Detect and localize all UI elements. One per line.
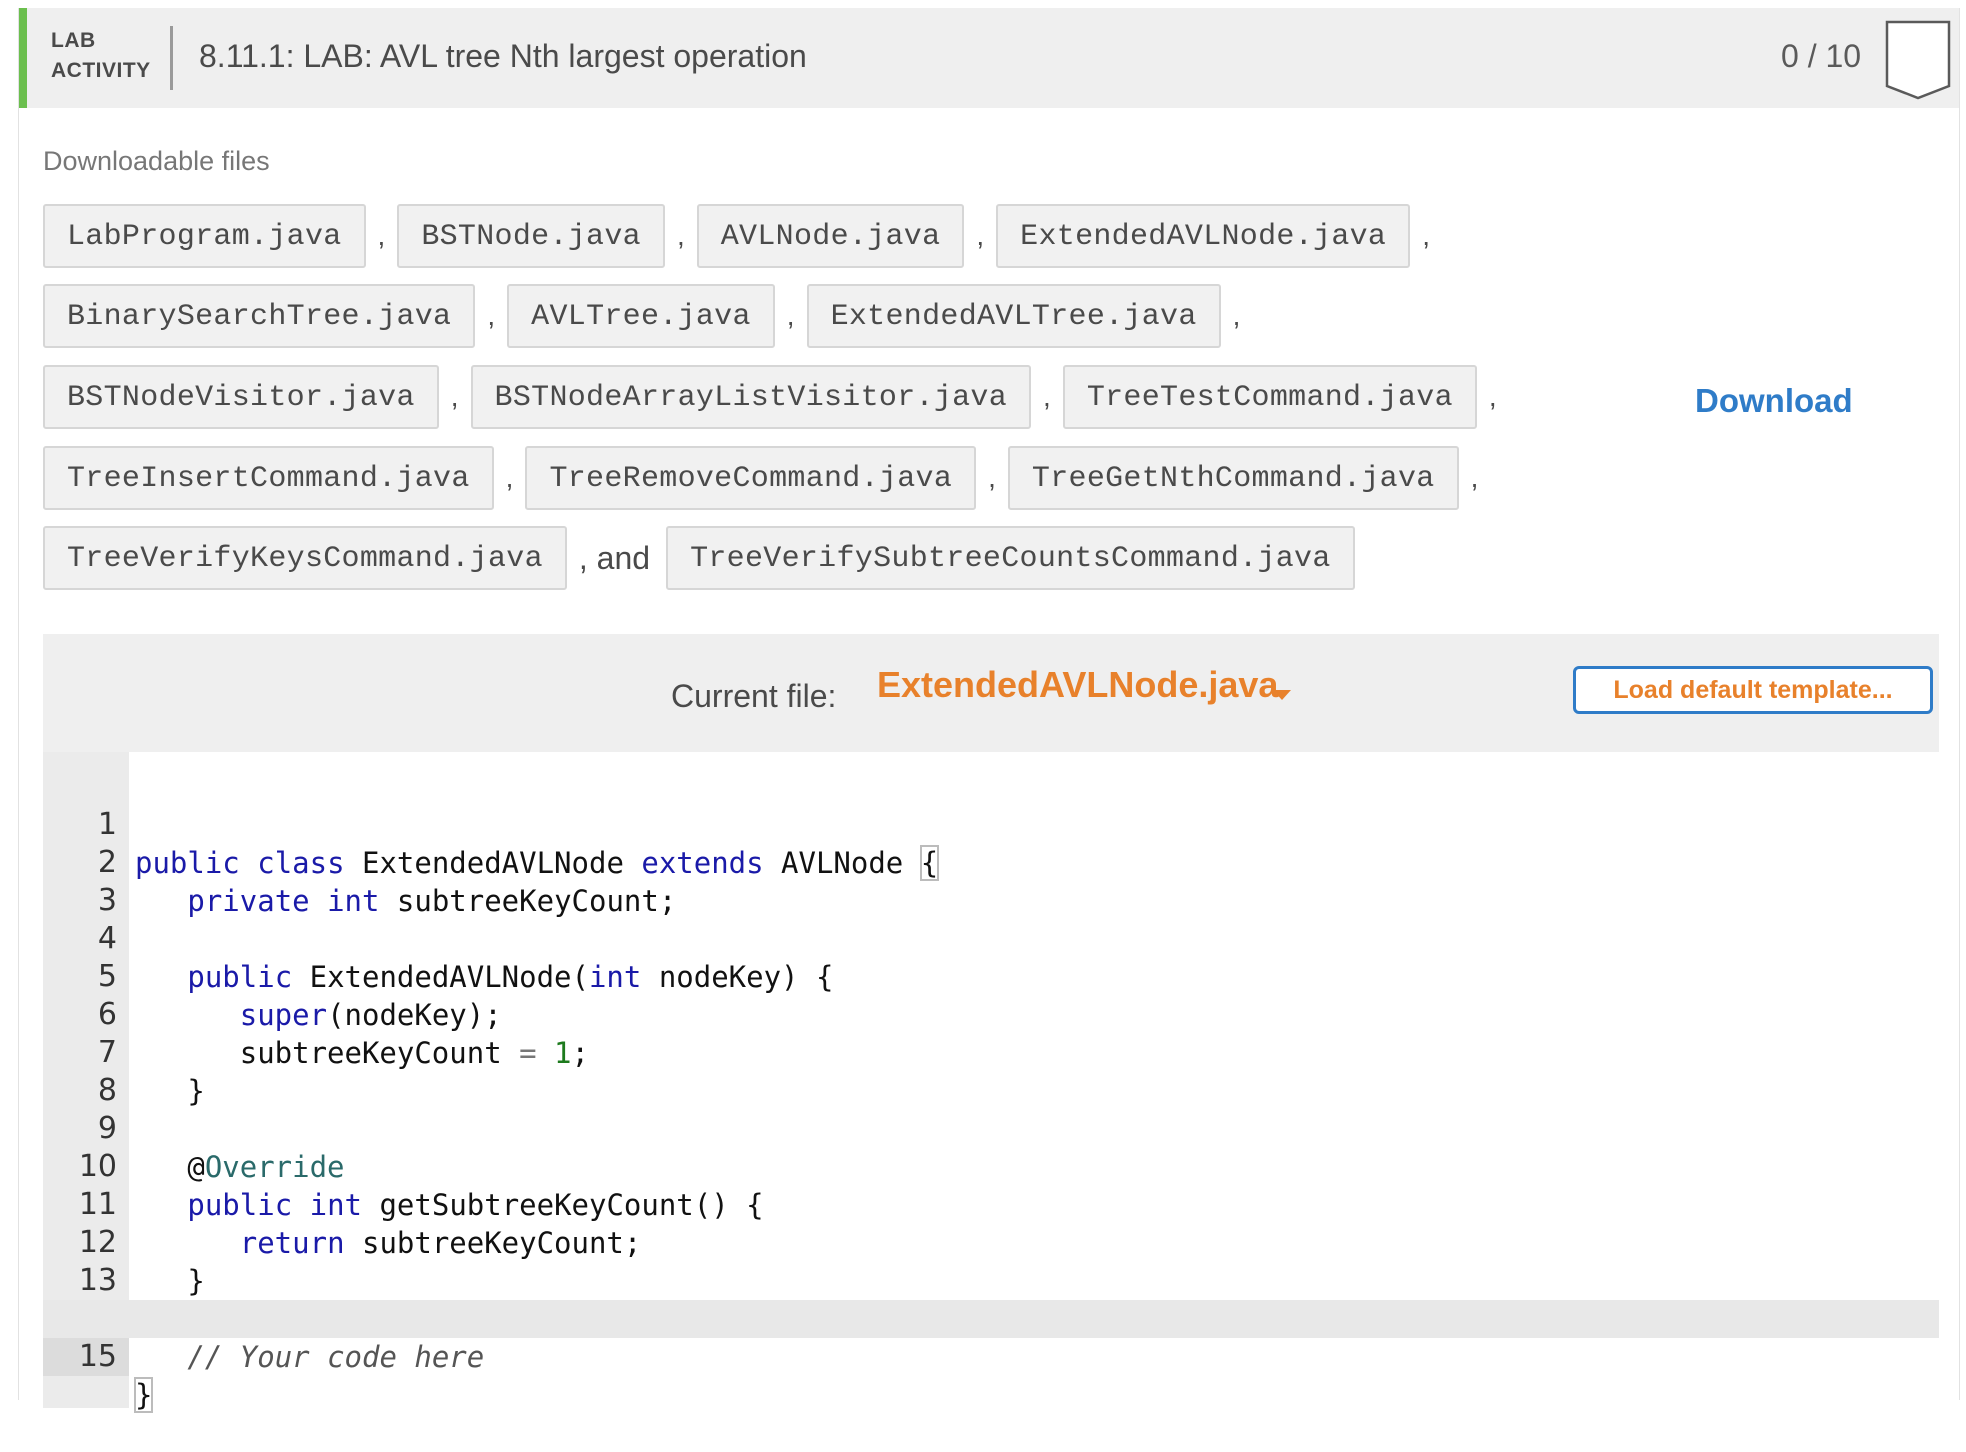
code-line[interactable]: 3 — [43, 844, 1939, 918]
lab-activity-card: LAB ACTIVITY 8.11.1: LAB: AVL tree Nth l… — [18, 8, 1960, 1413]
code-line[interactable]: 5 super(nodeKey); — [43, 920, 1939, 1032]
file-chip[interactable]: LabProgram.java — [43, 204, 366, 268]
code-editor[interactable]: 1 public class ExtendedAVLNode extends A… — [43, 752, 1939, 1413]
code-line[interactable]: 8 — [43, 1034, 1939, 1108]
file-chip[interactable]: ExtendedAVLTree.java — [806, 284, 1221, 348]
code-line[interactable]: 10 public int getSubtreeKeyCount() { — [43, 1110, 1939, 1222]
code-line[interactable]: 7 } — [43, 996, 1939, 1108]
completion-badge-icon — [1885, 20, 1951, 100]
file-chip[interactable]: TreeGetNthCommand.java — [1007, 446, 1459, 510]
file-chip[interactable]: AVLTree.java — [507, 284, 775, 348]
code-line[interactable]: 14 // Your code here — [43, 1262, 1939, 1374]
code-line[interactable]: 11 return subtreeKeyCount; — [43, 1148, 1939, 1260]
file-chip[interactable]: ExtendedAVLNode.java — [996, 204, 1411, 268]
activity-title: 8.11.1: LAB: AVL tree Nth largest operat… — [199, 38, 807, 74]
code-line[interactable]: 2 private int subtreeKeyCount; — [43, 806, 1939, 918]
line-number: 15 — [43, 1338, 129, 1376]
file-chip[interactable]: AVLNode.java — [696, 204, 965, 268]
code-editor-panel: Current file: ExtendedAVLNode.java Load … — [43, 634, 1939, 1413]
caret-down-icon[interactable] — [1271, 688, 1293, 702]
file-chip[interactable]: BSTNodeArrayListVisitor.java — [470, 365, 1032, 429]
code-line[interactable]: 4 public ExtendedAVLNode(int nodeKey) { — [43, 882, 1939, 994]
file-chip[interactable]: TreeVerifyKeysCommand.java — [43, 526, 567, 590]
score: 0 / 10 — [1781, 38, 1862, 74]
code-line[interactable]: 9 @Override — [43, 1072, 1939, 1184]
file-row: BSTNodeVisitor.java, BSTNodeArrayListVisi… — [43, 365, 1509, 429]
file-chip[interactable]: BSTNodeVisitor.java — [43, 365, 439, 429]
code-text[interactable]: // Your code here — [135, 1338, 484, 1376]
file-chip[interactable]: TreeVerifySubtreeCountsCommand.java — [666, 526, 1355, 590]
file-row: LabProgram.java, BSTNode.java, AVLNode.jav… — [43, 204, 1442, 268]
download-link[interactable]: Download — [1695, 382, 1853, 420]
file-row: BinarySearchTree.java, AVLTree.java, Exten… — [43, 284, 1252, 348]
file-chip[interactable]: BSTNode.java — [397, 204, 665, 268]
code-line[interactable]: 13 — [43, 1224, 1939, 1298]
current-file-label: Current file: — [671, 678, 837, 714]
file-row: TreeInsertCommand.java, TreeRemoveCommand… — [43, 446, 1490, 510]
code-line-active[interactable]: 15 } — [43, 1300, 1939, 1413]
code-line[interactable]: 1 public class ExtendedAVLNode extends A… — [43, 768, 1939, 881]
code-line[interactable]: 12 } — [43, 1186, 1939, 1298]
downloadable-files-label: Downloadable files — [43, 146, 270, 176]
lab-activity-label: LAB ACTIVITY — [51, 29, 151, 82]
file-row: TreeVerifyKeysCommand.java, and TreeVerif… — [43, 526, 1355, 590]
activity-header: LAB ACTIVITY 8.11.1: LAB: AVL tree Nth l… — [19, 8, 1959, 108]
code-line[interactable]: 6 subtreeKeyCount = 1; — [43, 958, 1939, 1070]
file-chip[interactable]: TreeInsertCommand.java — [43, 446, 494, 510]
header-divider — [170, 26, 173, 90]
current-file-dropdown[interactable]: ExtendedAVLNode.java — [877, 664, 1278, 706]
file-chip[interactable]: TreeRemoveCommand.java — [525, 446, 977, 510]
load-default-template-button[interactable]: Load default template... — [1573, 666, 1933, 714]
file-chip[interactable]: TreeTestCommand.java — [1062, 365, 1477, 429]
file-chip[interactable]: BinarySearchTree.java — [43, 284, 476, 348]
code-text[interactable]: } — [133, 1376, 154, 1414]
